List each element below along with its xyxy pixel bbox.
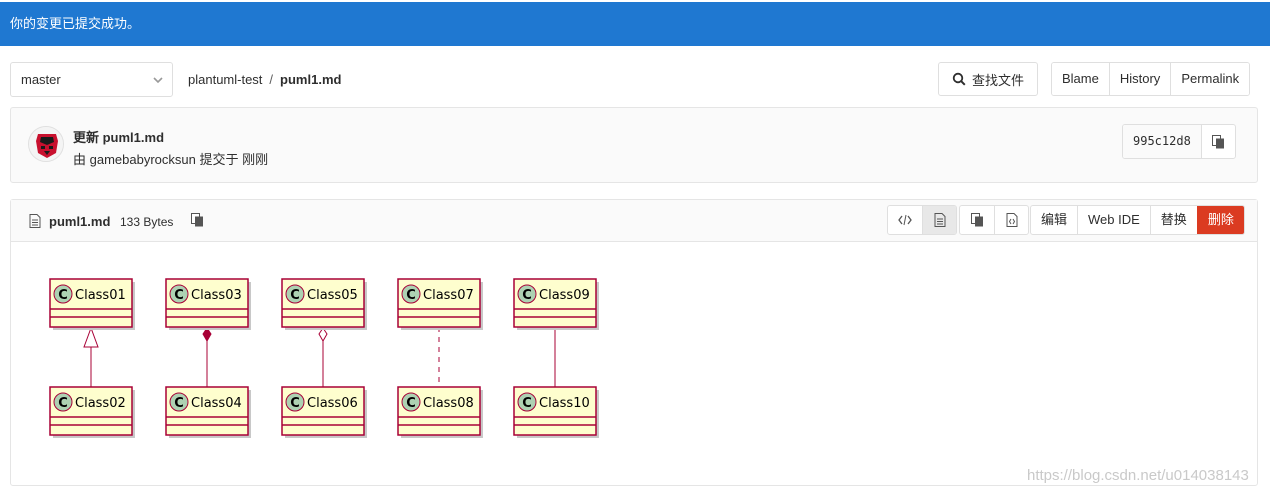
permalink-button[interactable]: Permalink — [1170, 63, 1250, 95]
copy-path-button[interactable] — [191, 213, 204, 230]
commit-title[interactable]: 更新 puml1.md — [73, 127, 164, 146]
replace-button[interactable]: 替换 — [1149, 206, 1197, 234]
branch-name: master — [21, 72, 61, 87]
clipboard-icon — [191, 213, 203, 227]
breadcrumb: plantuml-test / puml1.md — [188, 62, 341, 97]
plantuml-class-diagram: C Class01 C Class02 C Class03 C Class04 C Class05… — [49, 278, 599, 438]
clipboard-icon — [970, 213, 983, 227]
commit-sha-group: 995c12d8 — [1122, 124, 1236, 159]
file-size: 133 Bytes — [120, 215, 174, 229]
class-name: Class03 — [191, 288, 242, 303]
file-name: puml1.md — [49, 214, 111, 229]
extension-arrowhead — [83, 326, 99, 348]
search-icon — [952, 72, 966, 86]
class-name: Class08 — [423, 396, 474, 411]
copy-sha-button[interactable] — [1200, 125, 1235, 158]
breadcrumb-project[interactable]: plantuml-test — [188, 72, 262, 87]
edit-button-group: 编辑 Web IDE 替换 删除 — [1030, 205, 1245, 235]
class-stereotype-letter: C — [406, 288, 416, 303]
clipboard-icon — [1211, 134, 1224, 148]
commit-sha[interactable]: 995c12d8 — [1123, 125, 1201, 158]
flash-message: 你的变更已提交成功。 — [0, 2, 1270, 46]
uml-class-box: C Class08 — [397, 386, 483, 438]
code-icon — [898, 214, 912, 226]
file-header: puml1.md 133 Bytes 编辑 Web IDE 替换 删除 — [11, 200, 1257, 242]
file-nav: master plantuml-test / puml1.md 查找文件 Blame… — [0, 62, 1270, 98]
uml-class-box: C Class02 — [49, 386, 135, 438]
chevron-down-icon — [153, 77, 163, 84]
copy-raw-group — [959, 205, 1029, 235]
class-stereotype-letter: C — [174, 396, 184, 411]
commit-author-meta: 由 gamebabyrocksun 提交于 刚刚 — [73, 152, 269, 167]
uml-class-box: C Class07 — [397, 278, 483, 330]
find-file-label: 查找文件 — [971, 72, 1024, 88]
file-code-icon — [1006, 213, 1017, 227]
class-stereotype-letter: C — [522, 288, 532, 303]
display-rendered-button[interactable] — [922, 206, 956, 234]
copy-contents-button[interactable] — [960, 206, 994, 234]
class-name: Class09 — [539, 288, 590, 303]
avatar[interactable] — [28, 126, 64, 162]
class-stereotype-letter: C — [174, 288, 184, 303]
uml-class-box: C Class06 — [281, 386, 367, 438]
file-text-icon — [29, 214, 41, 228]
class-stereotype-letter: C — [522, 396, 532, 411]
history-button[interactable]: History — [1108, 63, 1171, 95]
class-stereotype-letter: C — [58, 288, 68, 303]
watermark-text: https://blog.csdn.net/u014038143 — [1027, 467, 1249, 484]
class-name: Class06 — [307, 396, 358, 411]
uml-class-box: C Class04 — [165, 386, 251, 438]
delete-button[interactable]: 删除 — [1196, 206, 1244, 234]
breadcrumb-separator: / — [269, 72, 274, 87]
class-name: Class07 — [423, 288, 474, 303]
edit-button[interactable]: 编辑 — [1031, 206, 1077, 234]
uml-class-box: C Class01 — [49, 278, 135, 330]
class-name: Class10 — [539, 396, 590, 411]
blame-button[interactable]: Blame — [1052, 63, 1109, 95]
open-raw-button[interactable] — [994, 206, 1028, 234]
uml-class-box: C Class05 — [281, 278, 367, 330]
class-stereotype-letter: C — [290, 288, 300, 303]
display-source-button[interactable] — [888, 206, 922, 234]
breadcrumb-file[interactable]: puml1.md — [280, 72, 341, 87]
class-stereotype-letter: C — [58, 396, 68, 411]
class-stereotype-letter: C — [290, 396, 300, 411]
web-ide-button[interactable]: Web IDE — [1077, 206, 1150, 234]
autobot-avatar-icon — [29, 127, 63, 161]
find-file-button[interactable]: 查找文件 — [938, 62, 1038, 96]
class-name: Class01 — [75, 288, 126, 303]
class-name: Class05 — [307, 288, 358, 303]
class-name: Class02 — [75, 396, 126, 411]
uml-class-box: C Class10 — [513, 386, 599, 438]
class-stereotype-letter: C — [406, 396, 416, 411]
last-commit: 更新 puml1.md 由 gamebabyrocksun 提交于 刚刚 995… — [10, 107, 1258, 183]
file-text-icon — [934, 213, 945, 227]
uml-class-box: C Class03 — [165, 278, 251, 330]
file-action-group: Blame History Permalink — [1051, 62, 1251, 96]
uml-class-box: C Class09 — [513, 278, 599, 330]
branch-select[interactable]: master — [10, 62, 173, 97]
class-name: Class04 — [191, 396, 242, 411]
view-toggle-group — [887, 205, 957, 235]
